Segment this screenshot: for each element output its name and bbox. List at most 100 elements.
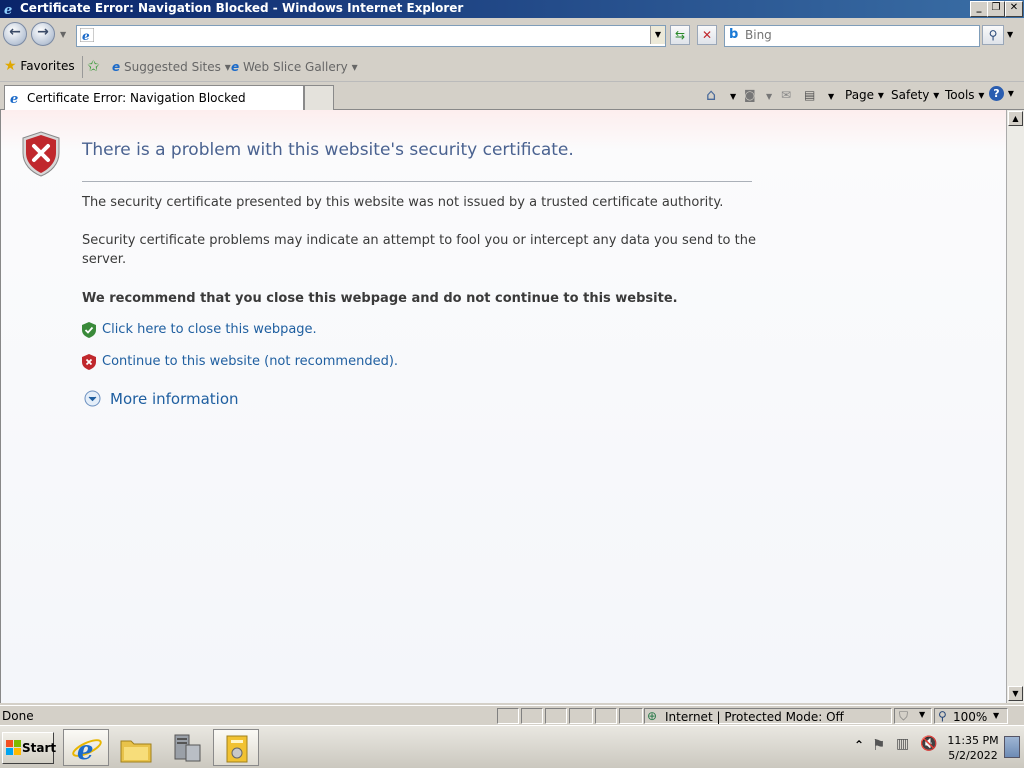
- new-tab-button[interactable]: [304, 85, 334, 110]
- globe-icon: ⊕: [647, 709, 658, 723]
- svg-text:e: e: [10, 92, 18, 105]
- home-dropdown[interactable]: ▼: [730, 92, 736, 101]
- tab-certificate-error[interactable]: e Certificate Error: Navigation Blocked: [4, 85, 304, 111]
- search-options-dropdown[interactable]: ▼: [1007, 30, 1013, 39]
- protected-mode-button[interactable]: ⛉ ▼: [894, 708, 932, 724]
- title-bar: e Certificate Error: Navigation Blocked …: [0, 0, 1024, 18]
- refresh-button[interactable]: ⇆: [670, 25, 690, 45]
- svg-text:e: e: [82, 29, 90, 42]
- feeds-button[interactable]: ◙: [744, 88, 756, 102]
- volume-muted-icon[interactable]: 🔇: [920, 736, 937, 752]
- status-pane: [545, 708, 567, 724]
- stop-button[interactable]: ✕: [697, 25, 717, 45]
- feeds-dropdown[interactable]: ▼: [766, 92, 772, 101]
- taskbar-application[interactable]: [213, 729, 259, 766]
- print-button[interactable]: ▤: [804, 88, 815, 102]
- close-window-button[interactable]: ✕: [1005, 1, 1023, 17]
- safety-menu[interactable]: Safety ▾: [891, 88, 939, 102]
- page-ie-icon: e: [80, 28, 94, 42]
- recommendation-text: We recommend that you close this webpage…: [82, 291, 678, 306]
- window-title: Certificate Error: Navigation Blocked - …: [20, 1, 464, 15]
- clock-time: 11:35 PM: [947, 734, 999, 747]
- scroll-up-arrow[interactable]: ▲: [1008, 111, 1023, 126]
- minimize-button[interactable]: _: [970, 1, 988, 17]
- add-favorites-icon: ✩: [87, 57, 100, 75]
- magnifier-icon: ⚲: [988, 28, 998, 42]
- shield-settings-icon: ⛉: [899, 709, 909, 723]
- add-to-favorites-button[interactable]: ✩: [87, 57, 100, 75]
- taskbar-internet-explorer[interactable]: e: [63, 729, 109, 766]
- zoom-control[interactable]: ⚲ 100% ▼: [934, 708, 1008, 724]
- mail-icon: ✉: [781, 88, 792, 102]
- system-clock[interactable]: 11:35 PM 5/2/2022: [946, 733, 1000, 763]
- favorites-bar: ★ Favorites ✩ e Suggested Sites ▾ e Web …: [0, 52, 1024, 82]
- stop-icon: ✕: [701, 28, 713, 42]
- security-warning-line1: Security certificate problems may indica…: [82, 233, 756, 248]
- search-button[interactable]: ⚲: [982, 25, 1004, 45]
- help-button[interactable]: ? ▾: [989, 86, 1014, 101]
- suggested-sites-link[interactable]: e Suggested Sites ▾: [112, 60, 231, 74]
- red-shield-x-icon: [82, 354, 96, 370]
- back-button[interactable]: ←: [3, 22, 27, 46]
- internet-explorer-icon: e: [4, 3, 12, 16]
- restore-button[interactable]: ❐: [987, 1, 1005, 17]
- heading-divider: [82, 181, 752, 182]
- continue-to-website-link[interactable]: Continue to this website (not recommende…: [102, 354, 398, 369]
- rss-feed-icon: ◙: [744, 88, 756, 102]
- windows-logo-icon: [6, 740, 21, 755]
- expand-chevron-icon[interactable]: [84, 390, 101, 407]
- svg-text:e: e: [4, 3, 12, 16]
- bing-icon: b: [729, 27, 739, 42]
- status-pane: [619, 708, 643, 724]
- address-dropdown-button[interactable]: ▼: [650, 26, 665, 44]
- close-webpage-link[interactable]: Click here to close this webpage.: [102, 322, 317, 337]
- read-mail-button[interactable]: ✉: [781, 88, 791, 102]
- show-hidden-icons-button[interactable]: ⌃: [854, 738, 864, 752]
- navigation-bar: ← → ▼ e ▼ ⇆ ✕ b ⚲ ▼: [0, 18, 1024, 52]
- forward-button[interactable]: →: [31, 22, 55, 46]
- application-icon: [226, 735, 248, 763]
- status-pane: [521, 708, 543, 724]
- refresh-icon: ⇆: [674, 28, 686, 42]
- web-slice-gallery-link[interactable]: e Web Slice Gallery ▾: [231, 60, 358, 74]
- internet-explorer-icon: e: [72, 736, 102, 763]
- security-shield-error-icon: [22, 131, 60, 177]
- taskbar-windows-explorer[interactable]: [113, 729, 159, 766]
- taskbar-server-manager[interactable]: [163, 729, 209, 766]
- svg-text:e: e: [77, 736, 94, 763]
- forward-arrow-icon: →: [37, 24, 49, 40]
- ie-page-icon: e: [231, 60, 240, 74]
- status-pane: [569, 708, 593, 724]
- search-box[interactable]: b: [724, 25, 980, 47]
- show-desktop-button[interactable]: [1004, 736, 1020, 758]
- server-manager-icon: [174, 734, 201, 762]
- action-center-flag-icon[interactable]: ⚑: [872, 736, 885, 754]
- tools-menu[interactable]: Tools ▾: [945, 88, 984, 102]
- status-pane: [595, 708, 617, 724]
- vertical-scrollbar[interactable]: ▲ ▼: [1006, 110, 1024, 703]
- green-shield-check-icon: [82, 322, 96, 338]
- security-zone-pane[interactable]: ⊕ Internet | Protected Mode: Off: [644, 708, 892, 724]
- network-icon[interactable]: ▥: [896, 736, 909, 752]
- taskbar: Start e ⌃ ⚑ ▥ 🔇 11:35 PM 5/2/2022: [0, 725, 1024, 768]
- page-menu[interactable]: Page ▾: [845, 88, 884, 102]
- scroll-down-arrow[interactable]: ▼: [1008, 686, 1023, 701]
- favorites-button[interactable]: ★ Favorites: [4, 58, 75, 74]
- address-input[interactable]: [99, 27, 639, 43]
- home-icon: ⌂: [706, 85, 717, 104]
- search-input[interactable]: [745, 27, 973, 43]
- certificate-explanation: The security certificate presented by th…: [82, 195, 724, 210]
- status-bar: Done ⊕ Internet | Protected Mode: Off ⛉ …: [0, 705, 1024, 725]
- ie-page-icon: e: [112, 60, 121, 74]
- start-button[interactable]: Start: [2, 732, 56, 764]
- folder-icon: [120, 740, 152, 763]
- home-button[interactable]: ⌂: [706, 85, 716, 104]
- recent-pages-dropdown[interactable]: ▼: [60, 30, 66, 39]
- back-arrow-icon: ←: [9, 24, 21, 40]
- address-bar[interactable]: e ▼: [76, 25, 666, 47]
- zoom-magnifier-icon: ⚲: [938, 709, 947, 723]
- page-heading: There is a problem with this website's s…: [82, 140, 574, 160]
- more-information-link[interactable]: More information: [110, 390, 239, 408]
- print-dropdown[interactable]: ▼: [828, 92, 834, 101]
- status-pane: [497, 708, 519, 724]
